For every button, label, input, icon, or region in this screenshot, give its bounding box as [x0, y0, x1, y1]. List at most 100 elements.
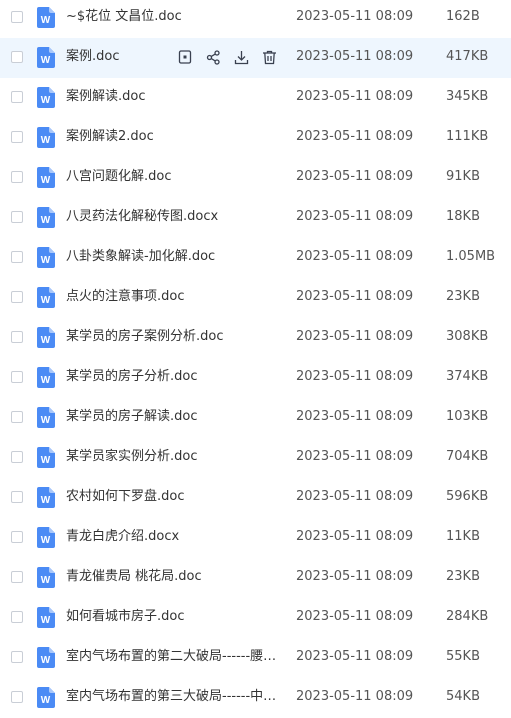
svg-text:W: W	[41, 15, 51, 26]
file-date: 2023-05-11 08:09	[296, 689, 414, 704]
file-name[interactable]: 室内气场布置的第三大破局------中宫...	[66, 688, 281, 706]
row-checkbox[interactable]	[11, 371, 23, 383]
svg-text:W: W	[41, 335, 51, 346]
file-row[interactable]: W 青龙白虎介绍.docx 2023-05-11 08:09 11KB	[0, 518, 511, 558]
word-doc-icon: W	[37, 447, 55, 468]
delete-icon[interactable]	[260, 48, 278, 66]
file-row[interactable]: W ~$花位 文昌位.doc 2023-05-11 08:09 162B	[0, 0, 511, 38]
file-size: 308KB	[446, 329, 489, 344]
svg-text:W: W	[41, 135, 51, 146]
file-date: 2023-05-11 08:09	[296, 209, 414, 224]
file-name[interactable]: 八卦类象解读-加化解.doc	[66, 248, 281, 266]
file-row[interactable]: W 八灵药法化解秘传图.docx 2023-05-11 08:09 18KB	[0, 198, 511, 238]
row-checkbox[interactable]	[11, 451, 23, 463]
file-size: 18KB	[446, 209, 480, 224]
word-doc-icon: W	[37, 167, 55, 188]
file-name[interactable]: 案例解读2.doc	[66, 128, 281, 146]
file-date: 2023-05-11 08:09	[296, 529, 414, 544]
file-row[interactable]: W 案例解读.doc 2023-05-11 08:09 345KB	[0, 78, 511, 118]
row-checkbox[interactable]	[11, 91, 23, 103]
file-row[interactable]: W 青龙催贵局 桃花局.doc 2023-05-11 08:09 23KB	[0, 558, 511, 598]
svg-text:W: W	[41, 495, 51, 506]
file-row[interactable]: W 某学员的房子分析.doc 2023-05-11 08:09 374KB	[0, 358, 511, 398]
row-checkbox[interactable]	[11, 251, 23, 263]
file-date: 2023-05-11 08:09	[296, 609, 414, 624]
file-row[interactable]: W 点火的注意事项.doc 2023-05-11 08:09 23KB	[0, 278, 511, 318]
file-name[interactable]: 案例解读.doc	[66, 88, 281, 106]
word-doc-icon: W	[37, 7, 55, 28]
word-doc-icon: W	[37, 527, 55, 548]
file-date: 2023-05-11 08:09	[296, 649, 414, 664]
file-row[interactable]: W 室内气场布置的第三大破局------中宫... 2023-05-11 08:…	[0, 678, 511, 718]
row-checkbox[interactable]	[11, 291, 23, 303]
file-name[interactable]: 农村如何下罗盘.doc	[66, 488, 281, 506]
word-doc-icon: W	[37, 327, 55, 348]
download-icon[interactable]	[232, 48, 250, 66]
svg-text:W: W	[41, 255, 51, 266]
file-size: 1.05MB	[446, 249, 496, 264]
file-size: 596KB	[446, 489, 489, 504]
file-row[interactable]: W 某学员家实例分析.doc 2023-05-11 08:09 704KB	[0, 438, 511, 478]
row-checkbox[interactable]	[11, 51, 23, 63]
file-size: 11KB	[446, 529, 480, 544]
file-name[interactable]: 某学员的房子案例分析.doc	[66, 328, 281, 346]
row-checkbox[interactable]	[11, 411, 23, 423]
file-name[interactable]: 室内气场布置的第二大破局------腰肋...	[66, 648, 281, 666]
file-date: 2023-05-11 08:09	[296, 169, 414, 184]
file-size: 374KB	[446, 369, 489, 384]
file-name[interactable]: 青龙白虎介绍.docx	[66, 528, 281, 546]
row-checkbox[interactable]	[11, 331, 23, 343]
preview-icon[interactable]	[176, 48, 194, 66]
row-checkbox[interactable]	[11, 11, 23, 23]
file-date: 2023-05-11 08:09	[296, 289, 414, 304]
file-row[interactable]: W 室内气场布置的第二大破局------腰肋... 2023-05-11 08:…	[0, 638, 511, 678]
svg-text:W: W	[41, 535, 51, 546]
word-doc-icon: W	[37, 207, 55, 228]
row-checkbox[interactable]	[11, 651, 23, 663]
file-row[interactable]: W 如何看城市房子.doc 2023-05-11 08:09 284KB	[0, 598, 511, 638]
file-size: 284KB	[446, 609, 489, 624]
file-row[interactable]: W 某学员的房子案例分析.doc 2023-05-11 08:09 308KB	[0, 318, 511, 358]
file-date: 2023-05-11 08:09	[296, 49, 414, 64]
word-doc-icon: W	[37, 487, 55, 508]
row-checkbox[interactable]	[11, 211, 23, 223]
svg-text:W: W	[41, 175, 51, 186]
row-checkbox[interactable]	[11, 531, 23, 543]
svg-text:W: W	[41, 615, 51, 626]
file-name[interactable]: 某学员的房子分析.doc	[66, 368, 281, 386]
file-name[interactable]: 八宫问题化解.doc	[66, 168, 281, 186]
file-date: 2023-05-11 08:09	[296, 129, 414, 144]
file-name[interactable]: 如何看城市房子.doc	[66, 608, 281, 626]
svg-text:W: W	[41, 95, 51, 106]
file-name[interactable]: 八灵药法化解秘传图.docx	[66, 208, 281, 226]
word-doc-icon: W	[37, 367, 55, 388]
file-size: 103KB	[446, 409, 489, 424]
share-icon[interactable]	[204, 48, 222, 66]
word-doc-icon: W	[37, 607, 55, 628]
file-row[interactable]: W 农村如何下罗盘.doc 2023-05-11 08:09 596KB	[0, 478, 511, 518]
word-doc-icon: W	[37, 647, 55, 668]
row-checkbox[interactable]	[11, 131, 23, 143]
file-size: 417KB	[446, 49, 489, 64]
file-row[interactable]: W 案例解读2.doc 2023-05-11 08:09 111KB	[0, 118, 511, 158]
file-name[interactable]: ~$花位 文昌位.doc	[66, 8, 281, 26]
file-date: 2023-05-11 08:09	[296, 329, 414, 344]
file-name[interactable]: 点火的注意事项.doc	[66, 288, 281, 306]
file-name[interactable]: 某学员的房子解读.doc	[66, 408, 281, 426]
word-doc-icon: W	[37, 687, 55, 708]
file-row[interactable]: W 八卦类象解读-加化解.doc 2023-05-11 08:09 1.05MB	[0, 238, 511, 278]
svg-text:W: W	[41, 215, 51, 226]
file-row[interactable]: W 案例.doc 2023-05-11 08:09 417KB	[0, 38, 511, 78]
file-row[interactable]: W 八宫问题化解.doc 2023-05-11 08:09 91KB	[0, 158, 511, 198]
file-size: 55KB	[446, 649, 480, 664]
row-checkbox[interactable]	[11, 171, 23, 183]
row-checkbox[interactable]	[11, 691, 23, 703]
svg-text:W: W	[41, 655, 51, 666]
file-name[interactable]: 某学员家实例分析.doc	[66, 448, 281, 466]
file-row[interactable]: W 某学员的房子解读.doc 2023-05-11 08:09 103KB	[0, 398, 511, 438]
svg-text:W: W	[41, 375, 51, 386]
row-checkbox[interactable]	[11, 571, 23, 583]
file-name[interactable]: 青龙催贵局 桃花局.doc	[66, 568, 281, 586]
row-checkbox[interactable]	[11, 491, 23, 503]
row-checkbox[interactable]	[11, 611, 23, 623]
